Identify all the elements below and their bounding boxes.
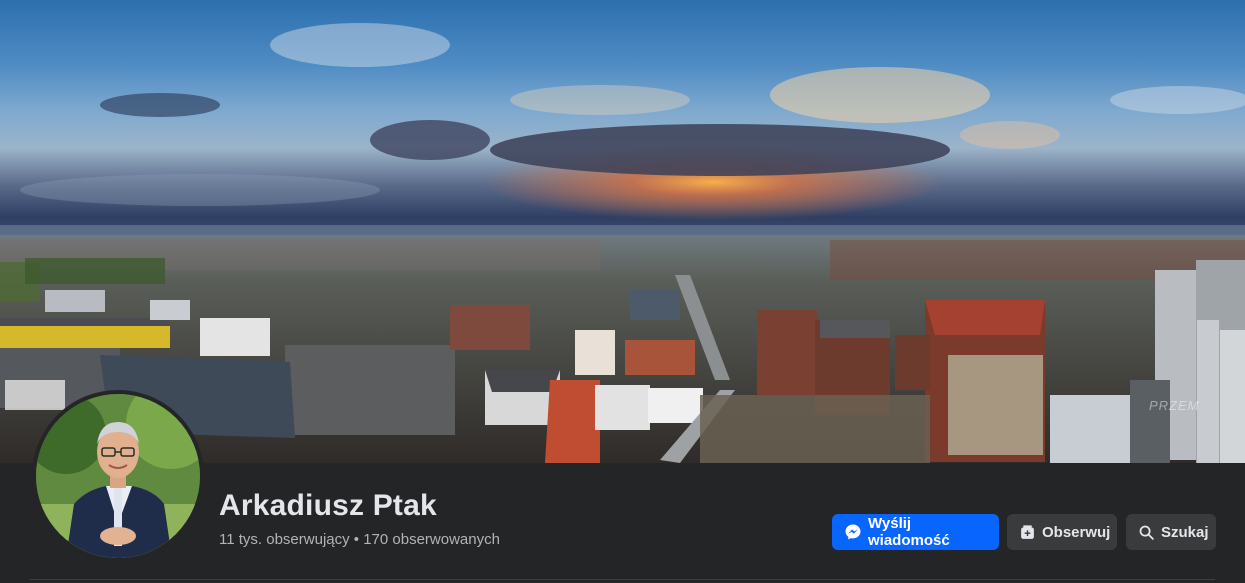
send-message-label: Wyślij wiadomość [868, 515, 950, 549]
follow-label: Obserwuj [1042, 523, 1111, 541]
cover-photo[interactable]: PRZEM [0, 0, 1245, 463]
search-icon [1139, 525, 1154, 540]
cover-watermark-icon: PRZEM [1149, 398, 1200, 413]
profile-avatar[interactable] [32, 390, 204, 562]
cover-photo-image [0, 23, 1245, 463]
search-label: Szukaj [1161, 523, 1209, 541]
follower-stats[interactable]: 11 tys. obserwujący • 170 obserwowanych [219, 531, 500, 548]
send-message-button[interactable]: Wyślij wiadomość [832, 514, 999, 550]
avatar-photo [36, 394, 200, 558]
search-button[interactable]: Szukaj [1126, 514, 1216, 550]
profile-name: Arkadiusz Ptak [219, 489, 437, 522]
header-divider [30, 579, 1215, 580]
follow-button[interactable]: Obserwuj [1007, 514, 1117, 550]
messenger-icon [845, 524, 861, 540]
follow-icon [1021, 524, 1034, 539]
